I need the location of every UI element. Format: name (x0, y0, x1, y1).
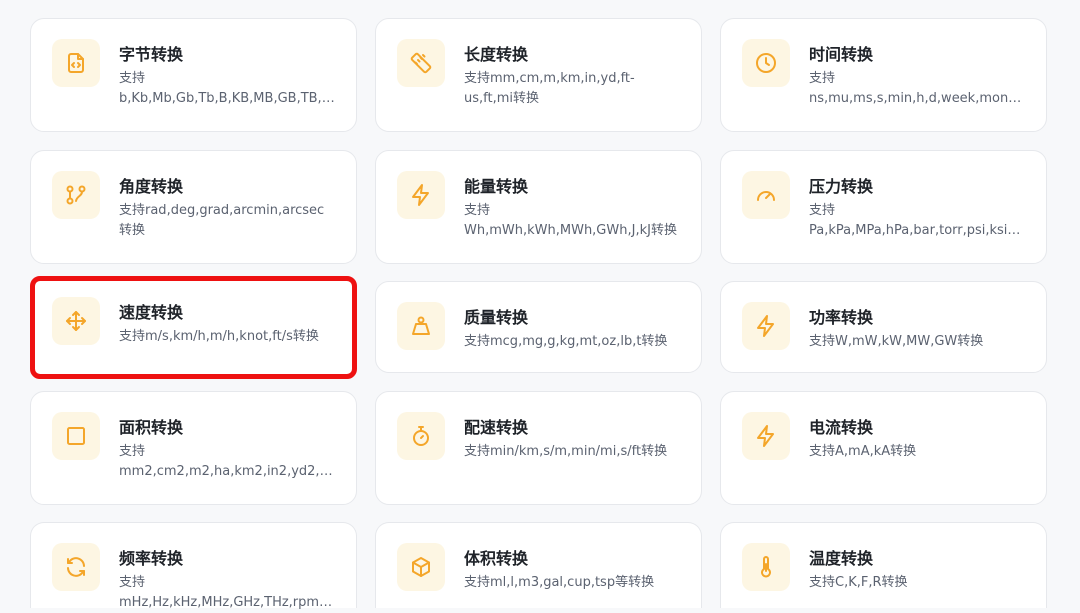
card-pace-convert[interactable]: 配速转换 支持min/km,s/m,min/mi,s/ft转换 (375, 391, 702, 505)
card-angle-convert[interactable]: 角度转换 支持rad,deg,grad,arcmin,arcsec转换 (30, 150, 357, 264)
card-speed-convert[interactable]: 速度转换 支持m/s,km/h,m/h,knot,ft/s转换 (30, 276, 357, 379)
card-title: 字节转换 (119, 45, 184, 64)
card-title: 电流转换 (809, 418, 874, 437)
converter-grid: 字节转换 支持 b,Kb,Mb,Gb,Tb,B,KB,MB,GB,TB,PB 长… (0, 0, 1080, 610)
square-icon (52, 412, 100, 460)
lightning-icon (742, 302, 790, 350)
card-description: 支持W,mW,kW,MW,GW转换 (809, 334, 984, 349)
card-length-convert[interactable]: 长度转换 支持mm,cm,m,km,in,yd,ft-us,ft,mi转换 (375, 18, 702, 132)
card-description: 支持 Pa,kPa,MPa,hPa,bar,torr,psi,ksi转换 (809, 203, 1021, 238)
refresh-icon (52, 543, 100, 591)
card-title: 功率转换 (809, 308, 874, 327)
card-description: 支持ml,l,m3,gal,cup,tsp等转换 (464, 575, 655, 590)
card-description: 支持rad,deg,grad,arcmin,arcsec转换 (119, 203, 325, 238)
card-mass-convert[interactable]: 质量转换 支持mcg,mg,g,kg,mt,oz,lb,t转换 (375, 281, 702, 373)
card-title: 面积转换 (119, 418, 184, 437)
card-current-convert[interactable]: 电流转换 支持A,mA,kA转换 (720, 391, 1047, 505)
lightning-icon (397, 171, 445, 219)
stopwatch-icon (397, 412, 445, 460)
card-description: 支持 mHz,Hz,kHz,MHz,GHz,THz,rpm转换 (119, 575, 333, 610)
card-power-convert[interactable]: 功率转换 支持W,mW,kW,MW,GW转换 (720, 281, 1047, 373)
card-description: 支持m/s,km/h,m/h,knot,ft/s转换 (119, 329, 319, 344)
card-title: 温度转换 (809, 549, 874, 568)
card-title: 能量转换 (464, 177, 529, 196)
card-pressure-convert[interactable]: 压力转换 支持 Pa,kPa,MPa,hPa,bar,torr,psi,ksi转… (720, 150, 1047, 264)
lightning-icon (742, 412, 790, 460)
card-description: 支持mcg,mg,g,kg,mt,oz,lb,t转换 (464, 334, 668, 349)
card-byte-convert[interactable]: 字节转换 支持 b,Kb,Mb,Gb,Tb,B,KB,MB,GB,TB,PB (30, 18, 357, 132)
clock-icon (742, 39, 790, 87)
card-description: 支持min/km,s/m,min/mi,s/ft转换 (464, 444, 668, 459)
card-title: 压力转换 (809, 177, 874, 196)
thermometer-icon (742, 543, 790, 591)
card-title: 频率转换 (119, 549, 184, 568)
card-description: 支持 ns,mu,ms,s,min,h,d,week,month,year (809, 71, 1026, 106)
card-title: 配速转换 (464, 418, 529, 437)
card-description: 支持C,K,F,R转换 (809, 575, 908, 590)
card-description: 支持mm,cm,m,km,in,yd,ft-us,ft,mi转换 (464, 71, 635, 106)
card-energy-convert[interactable]: 能量转换 支持 Wh,mWh,kWh,MWh,GWh,J,kJ转换 (375, 150, 702, 264)
card-description: 支持A,mA,kA转换 (809, 444, 917, 459)
box-icon (397, 543, 445, 591)
weight-icon (397, 302, 445, 350)
card-title: 速度转换 (119, 303, 184, 322)
card-title: 角度转换 (119, 177, 184, 196)
route-icon (52, 171, 100, 219)
card-title: 质量转换 (464, 308, 529, 327)
ruler-icon (397, 39, 445, 87)
card-temperature-convert[interactable]: 温度转换 支持C,K,F,R转换 (720, 522, 1047, 608)
card-description: 支持 mm2,cm2,m2,ha,km2,in2,yd2,ft2,ac,mi2 (119, 444, 329, 479)
card-frequency-convert[interactable]: 频率转换 支持 mHz,Hz,kHz,MHz,GHz,THz,rpm转换 (30, 522, 357, 610)
card-volume-convert[interactable]: 体积转换 支持ml,l,m3,gal,cup,tsp等转换 (375, 522, 702, 608)
card-description: 支持 Wh,mWh,kWh,MWh,GWh,J,kJ转换 (464, 203, 677, 238)
card-title: 体积转换 (464, 549, 529, 568)
move-arrows-icon (52, 297, 100, 345)
file-code-icon (52, 39, 100, 87)
gauge-icon (742, 171, 790, 219)
card-title: 时间转换 (809, 45, 874, 64)
card-time-convert[interactable]: 时间转换 支持 ns,mu,ms,s,min,h,d,week,month,ye… (720, 18, 1047, 132)
card-area-convert[interactable]: 面积转换 支持 mm2,cm2,m2,ha,km2,in2,yd2,ft2,ac… (30, 391, 357, 505)
card-title: 长度转换 (464, 45, 529, 64)
card-description: 支持 b,Kb,Mb,Gb,Tb,B,KB,MB,GB,TB,PB (119, 71, 330, 106)
